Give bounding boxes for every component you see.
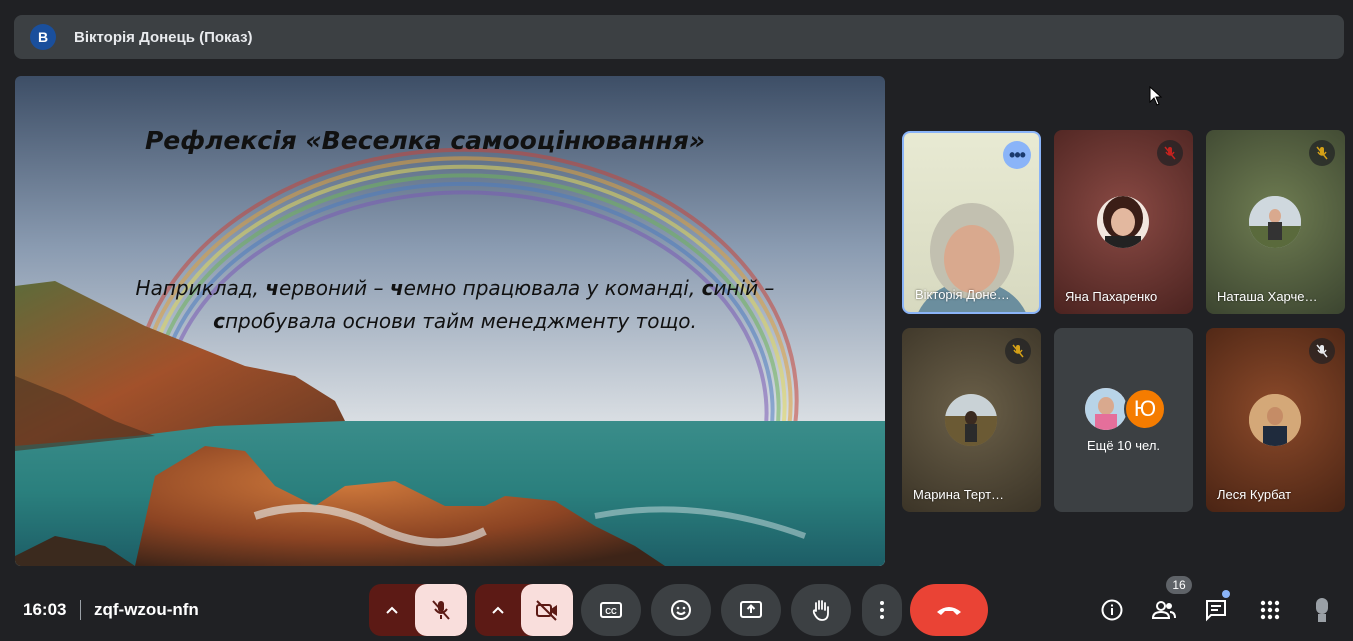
info-icon: [1101, 599, 1123, 621]
meeting-info-button[interactable]: [1098, 596, 1126, 624]
participant-name: Вікторія Доне…: [915, 287, 1010, 302]
host-controls-button[interactable]: [1308, 596, 1336, 624]
more-options-icon[interactable]: •••: [1003, 141, 1031, 169]
mouse-cursor-icon: [1149, 86, 1163, 106]
slide-title: Рефлексія «Веселка самооцінювання»: [144, 126, 706, 155]
chevron-up-icon: [492, 606, 504, 614]
call-controls-bar: 16:03 zqf-wzou-nfn CC 16: [0, 576, 1353, 641]
participant-tile[interactable]: Наташа Харче…: [1206, 130, 1345, 314]
mic-off-icon: [432, 600, 450, 620]
avatar: [945, 394, 997, 446]
chat-icon: [1206, 600, 1226, 622]
participant-name: Наташа Харче…: [1217, 289, 1318, 304]
mic-options-button[interactable]: [369, 584, 415, 636]
slide-body-text: ервоний –: [279, 276, 390, 300]
chat-button[interactable]: [1202, 596, 1230, 624]
slide-body-bold-letter: ч: [389, 276, 404, 300]
avatar: [1097, 196, 1149, 248]
apps-icon: [1260, 600, 1280, 620]
raise-hand-icon: [812, 600, 829, 621]
more-participants-label: Ещё 10 чел.: [1086, 438, 1161, 453]
camera-toggle-button[interactable]: [521, 584, 573, 636]
divider: [80, 600, 81, 620]
more-vert-icon: [880, 601, 884, 619]
camera-control: [475, 584, 573, 636]
avatar: Ю: [1124, 388, 1166, 430]
clock: 16:03: [23, 600, 67, 619]
svg-text:CC: CC: [605, 607, 617, 616]
participant-tile[interactable]: Яна Пахаренко: [1054, 130, 1193, 314]
avatar: [1249, 394, 1301, 446]
slide-body-bold-letter: с: [213, 309, 225, 333]
present-button[interactable]: [721, 584, 781, 636]
meeting-code: zqf-wzou-nfn: [94, 600, 199, 619]
activities-button[interactable]: [1256, 596, 1284, 624]
people-button[interactable]: [1150, 596, 1178, 624]
slide-body-text: пробувала основи тайм менеджменту тощо.: [224, 309, 697, 333]
more-options-button[interactable]: [862, 584, 902, 636]
slide-body-line-2: спробувала основи тайм менеджменту тощо.: [75, 305, 835, 338]
slide-body-text: емно працювала у команді,: [403, 276, 702, 300]
participant-count-badge: 16: [1166, 576, 1192, 594]
present-icon: [740, 601, 762, 618]
lock-person-icon: [1316, 598, 1328, 622]
presenter-avatar: В: [30, 24, 56, 50]
people-icon: [1151, 601, 1176, 619]
end-call-icon: [937, 607, 961, 615]
chat-notification-dot: [1222, 590, 1230, 598]
participant-tile[interactable]: ••• Вікторія Доне…: [902, 131, 1041, 314]
slide-body-text: иній –: [713, 276, 775, 300]
presenter-bar: В Вікторія Донець (Показ): [14, 15, 1344, 59]
participant-name: Яна Пахаренко: [1065, 289, 1158, 304]
avatar: [1249, 196, 1301, 248]
microphone-control: [369, 584, 467, 636]
shared-screen: Рефлексія «Веселка самооцінювання» Напри…: [15, 76, 885, 566]
more-participants-tile[interactable]: Ю Ещё 10 чел.: [1054, 328, 1193, 512]
participant-name: Леся Курбат: [1217, 487, 1292, 502]
emoji-button[interactable]: [651, 584, 711, 636]
participant-name: Марина Терт…: [913, 487, 1005, 502]
slide-body-text: Наприклад,: [135, 276, 266, 300]
captions-button[interactable]: CC: [581, 584, 641, 636]
raise-hand-button[interactable]: [791, 584, 851, 636]
mic-off-icon: [1005, 338, 1031, 364]
mic-off-icon: [1309, 338, 1335, 364]
participant-tile[interactable]: Леся Курбат: [1206, 328, 1345, 512]
slide-body-line-1: Наприклад, червоний – чемно працювала у …: [75, 272, 835, 305]
end-call-button[interactable]: [910, 584, 988, 636]
slide-body-bold-letter: с: [701, 276, 714, 300]
emoji-icon: [671, 600, 691, 620]
participant-tile[interactable]: Марина Терт…: [902, 328, 1041, 512]
slide-body: Наприклад, червоний – чемно працювала у …: [75, 272, 835, 338]
avatar: [1085, 388, 1127, 430]
mic-toggle-button[interactable]: [415, 584, 467, 636]
chevron-up-icon: [386, 606, 398, 614]
slide-body-bold-letter: ч: [265, 276, 280, 300]
captions-icon: CC: [600, 602, 622, 618]
camera-off-icon: [536, 600, 557, 621]
mic-off-icon: [1309, 140, 1335, 166]
mic-off-icon: [1157, 140, 1183, 166]
presenter-label: Вікторія Донець (Показ): [74, 28, 253, 46]
camera-options-button[interactable]: [475, 584, 521, 636]
